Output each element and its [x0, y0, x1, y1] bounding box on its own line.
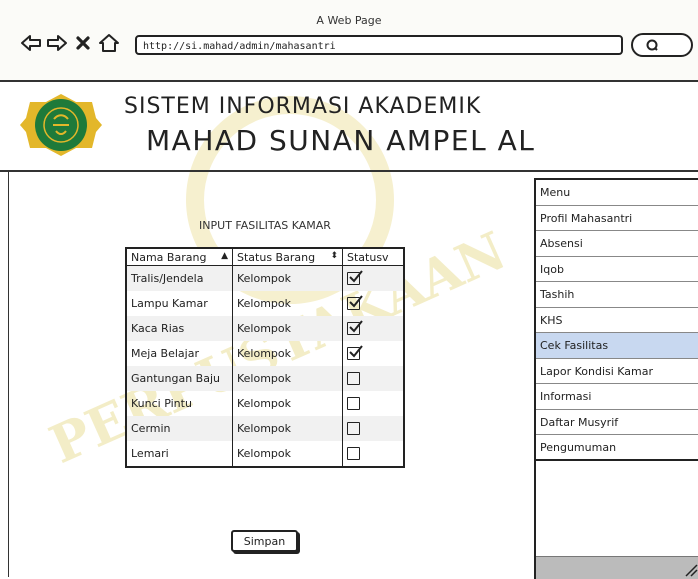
status-cell: [342, 316, 404, 341]
item-name: Lampu Kamar: [131, 297, 208, 310]
status-cell: [342, 391, 404, 416]
item-name: Lemari: [131, 447, 169, 460]
sidebar-menu: Menu Profil Mahasantri Absensi Iqob Tashih KH…: [534, 178, 698, 579]
search-button[interactable]: [631, 33, 693, 57]
site-header: SISTEM INFORMASI AKADEMIK MAHAD SUNAN AM…: [0, 82, 698, 172]
back-arrow-icon[interactable]: [20, 32, 42, 54]
resize-grip-icon[interactable]: [684, 563, 698, 577]
sort-up-icon[interactable]: ▲: [221, 251, 228, 261]
table-row: Cermin Kelompok: [126, 416, 404, 441]
system-title: SISTEM INFORMASI AKADEMIK: [124, 94, 482, 119]
checkbox-unchecked[interactable]: [347, 372, 360, 386]
status-cell: [342, 291, 404, 316]
checkmark-icon: [349, 295, 363, 308]
checkmark-icon: [349, 270, 363, 283]
sidebar-item-menu: Menu: [536, 180, 698, 206]
form-title: INPUT FASILITAS KAMAR: [199, 219, 331, 232]
university-logo: [20, 94, 102, 156]
sidebar-item-informasi[interactable]: Informasi: [536, 384, 698, 410]
sidebar-item-pengumuman[interactable]: Pengumuman: [536, 435, 698, 461]
status-cell: [342, 265, 404, 291]
table-row: Kunci Pintu Kelompok: [126, 391, 404, 416]
institution-title: MAHAD SUNAN AMPEL AL: [146, 124, 536, 157]
item-status: Kelompok: [232, 291, 343, 316]
column-header-status-barang[interactable]: Status Barang ⬍: [232, 248, 343, 266]
sidebar-item-profil-mahasantri[interactable]: Profil Mahasantri: [536, 206, 698, 231]
table-row: Lampu Kamar Kelompok: [126, 291, 404, 316]
content-border: [8, 172, 9, 577]
column-header-status[interactable]: Statusv: [342, 248, 404, 266]
item-name: Tralis/Jendela: [126, 265, 233, 291]
checkbox-checked[interactable]: [347, 320, 363, 336]
sidebar-item-tashih[interactable]: Tashih: [536, 282, 698, 308]
window-title: A Web Page: [316, 14, 382, 27]
sidebar-item-iqob[interactable]: Iqob: [536, 257, 698, 282]
sidebar-item-cek-fasilitas[interactable]: Cek Fasilitas: [536, 333, 698, 359]
checkbox-checked[interactable]: [347, 270, 363, 286]
checkmark-icon: [349, 345, 363, 358]
table-row: Gantungan Baju Kelompok: [126, 366, 404, 391]
status-cell: [342, 341, 404, 366]
item-name: Cermin: [126, 416, 233, 441]
table-row: Tralis/Jendela Kelompok: [126, 265, 404, 291]
sidebar-item-absensi[interactable]: Absensi: [536, 231, 698, 257]
item-status: Kelompok: [232, 366, 343, 391]
save-button[interactable]: Simpan: [231, 530, 298, 552]
item-status: Kelompok: [232, 265, 343, 291]
item-status: Kelompok: [232, 341, 343, 366]
sidebar-resize-bar[interactable]: [536, 556, 698, 579]
checkbox-checked[interactable]: [347, 345, 363, 361]
item-status: Kelompok: [232, 416, 343, 441]
item-name: Meja Belajar: [131, 347, 199, 360]
close-x-icon[interactable]: [72, 32, 94, 54]
forward-arrow-icon[interactable]: [46, 32, 68, 54]
checkbox-unchecked[interactable]: [347, 422, 360, 436]
status-cell: [342, 416, 404, 441]
sort-both-icon[interactable]: ⬍: [330, 251, 338, 261]
checkbox-unchecked[interactable]: [347, 447, 360, 461]
status-cell: [342, 366, 404, 391]
item-status: Kelompok: [232, 441, 343, 467]
item-name: Kunci Pintu: [131, 397, 192, 410]
checkbox-checked[interactable]: [347, 295, 363, 311]
checkmark-icon: [349, 320, 363, 333]
sidebar-item-daftar-musyrif[interactable]: Daftar Musyrif: [536, 410, 698, 435]
status-cell: [342, 441, 404, 467]
browser-chrome: A Web Page http://si.mahad/admin/mahasan…: [0, 0, 698, 82]
table-row: Kaca Rias Kelompok: [126, 316, 404, 341]
item-name: Kaca Rias: [126, 316, 233, 341]
item-status: Kelompok: [232, 316, 343, 341]
search-icon: [646, 39, 658, 51]
table-row: Meja Belajar Kelompok: [126, 341, 404, 366]
table-header-row: Nama Barang ▲ Status Barang ⬍ Statusv: [126, 248, 404, 266]
sidebar-item-khs[interactable]: KHS: [536, 308, 698, 333]
column-header-nama-barang[interactable]: Nama Barang ▲: [126, 248, 233, 266]
table-row: Lemari Kelompok: [126, 441, 404, 467]
facility-table: Nama Barang ▲ Status Barang ⬍ Statusv Tr…: [125, 247, 405, 468]
item-status: Kelompok: [232, 391, 343, 416]
url-bar[interactable]: http://si.mahad/admin/mahasantri: [135, 35, 623, 55]
item-name: Gantungan Baju: [126, 366, 233, 391]
sidebar-item-lapor-kondisi-kamar[interactable]: Lapor Kondisi Kamar: [536, 359, 698, 384]
home-icon[interactable]: [98, 32, 120, 54]
checkbox-unchecked[interactable]: [347, 397, 360, 411]
